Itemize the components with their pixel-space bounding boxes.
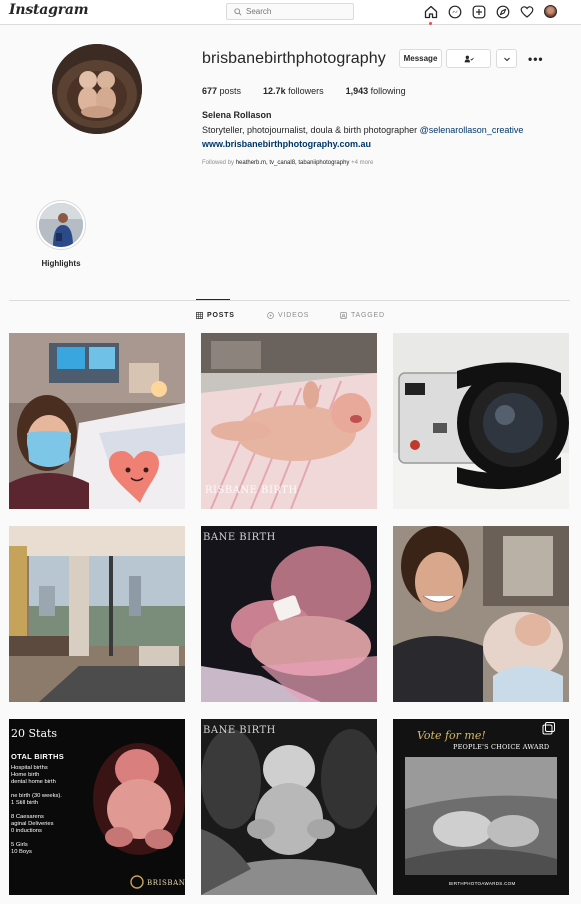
tab-tagged[interactable]: TAGGED [340, 312, 385, 319]
home-icon[interactable] [424, 5, 438, 25]
following-button[interactable] [446, 49, 491, 68]
post-vote-label: Vote for me! [417, 729, 486, 742]
posts-stat: 677 posts [202, 86, 241, 96]
stat-line [11, 786, 62, 793]
tab-posts[interactable]: POSTS [196, 312, 235, 319]
post-title: 20 Stats [11, 727, 58, 740]
profile-stats: 677 posts 12.7k followers 1,943 followin… [202, 86, 428, 96]
highlight-item[interactable] [36, 200, 86, 250]
profile-avatar-icon[interactable] [544, 4, 558, 19]
post-thumbnail[interactable] [393, 526, 569, 702]
highlight-label: Highlights [41, 259, 81, 268]
tab-posts-label: POSTS [207, 312, 235, 319]
stat-line: Home birth [11, 772, 40, 778]
following-count: 1,943 [345, 86, 369, 96]
search-box[interactable] [226, 3, 354, 20]
stat-line [11, 807, 62, 814]
bio-mention-link[interactable]: @selenarollason_creative [420, 125, 524, 135]
top-navigation-bar: Instagram [0, 0, 581, 25]
followed-by-more: +4 more [349, 160, 374, 166]
search-input[interactable] [246, 7, 346, 16]
posts-label: posts [217, 86, 242, 96]
followed-by-users: heatherb.m, tv_canal8, tabaniiphotograph… [235, 160, 350, 166]
heart-icon[interactable] [520, 5, 534, 19]
posts-grid: RISBANE BIRTH BANE BIRTH 20 Stats OTAL B… [9, 333, 570, 895]
bio-text: Storyteller, photojournalist, doula & bi… [202, 125, 420, 135]
post-watermark: BANE BIRTH [203, 532, 276, 543]
profile-username: brisbanebirthphotography [202, 50, 386, 67]
stat-line: 10 Boys [11, 849, 32, 855]
highlight-cover [39, 203, 83, 247]
explore-icon[interactable] [496, 5, 510, 19]
post-brand: BRISBANE [147, 879, 185, 887]
post-award-label: PEOPLE'S CHOICE AWARD [453, 743, 550, 751]
tab-videos-label: VIDEOS [278, 312, 310, 319]
tab-videos[interactable]: VIDEOS [267, 312, 309, 319]
active-tab-indicator [196, 299, 230, 300]
notification-dot [429, 21, 432, 25]
post-thumbnail[interactable]: BANE BIRTH [201, 719, 377, 895]
post-thumbnail[interactable] [9, 526, 185, 702]
message-button[interactable]: Message [399, 49, 442, 68]
post-footer: BIRTHPHOTOAWARDS.COM [449, 881, 516, 886]
post-stats-list: Hospital births Home birth dental home b… [11, 765, 62, 856]
search-icon [234, 7, 242, 16]
followed-by[interactable]: Followed by heatherb.m, tv_canal8, taban… [202, 160, 373, 166]
followed-by-label: Followed by [202, 160, 236, 166]
stat-line: 0 inductions [11, 828, 42, 834]
messenger-icon[interactable] [448, 5, 462, 19]
options-button[interactable]: ••• [528, 52, 544, 66]
nav-icons [424, 3, 558, 25]
stat-line: ne birth (30 weeks). [11, 793, 62, 799]
stat-line [11, 835, 62, 842]
post-thumbnail[interactable]: BANE BIRTH [201, 526, 377, 702]
suggested-accounts-dropdown[interactable] [496, 49, 517, 68]
new-post-icon[interactable] [472, 5, 486, 19]
instagram-logo[interactable]: Instagram [9, 2, 89, 18]
profile-full-name: Selena Rollason [202, 110, 272, 120]
post-thumbnail[interactable]: Vote for me! PEOPLE'S CHOICE AWARD BIRTH… [393, 719, 569, 895]
post-watermark: BANE BIRTH [203, 725, 276, 736]
person-check-icon [464, 55, 474, 62]
chevron-down-icon [503, 57, 510, 61]
post-heading: OTAL BIRTHS [11, 752, 65, 761]
post-thumbnail[interactable] [393, 333, 569, 509]
stat-line: 5 Girls [11, 842, 28, 848]
post-thumbnail[interactable]: RISBANE BIRTH [201, 333, 377, 509]
post-watermark: RISBANE BIRTH [205, 485, 298, 496]
post-thumbnail[interactable]: 20 Stats OTAL BIRTHS Hospital births Hom… [9, 719, 185, 895]
posts-count: 677 [202, 86, 218, 96]
followers-label: followers [285, 86, 324, 96]
stat-line: aginal Deliveries [11, 821, 54, 827]
stat-line: Hospital births [11, 765, 48, 771]
tag-icon [340, 312, 347, 319]
followers-stat[interactable]: 12.7k followers [263, 86, 324, 96]
stat-line: 1 Still birth [11, 800, 39, 806]
profile-website-link[interactable]: www.brisbanebirthphotography.com.au [202, 139, 371, 149]
profile-bio: Storyteller, photojournalist, doula & bi… [202, 125, 523, 135]
tab-tagged-label: TAGGED [351, 312, 385, 319]
following-label: following [368, 86, 406, 96]
post-thumbnail[interactable] [9, 333, 185, 509]
profile-avatar[interactable] [52, 44, 142, 134]
following-stat[interactable]: 1,943 following [346, 86, 406, 96]
followers-count: 12.7k [263, 86, 286, 96]
grid-icon [196, 312, 203, 319]
video-icon [267, 312, 274, 319]
tabs-divider [9, 300, 570, 301]
stat-line: dental home birth [11, 779, 56, 785]
stat-line: 8 Caesarens [11, 814, 44, 820]
